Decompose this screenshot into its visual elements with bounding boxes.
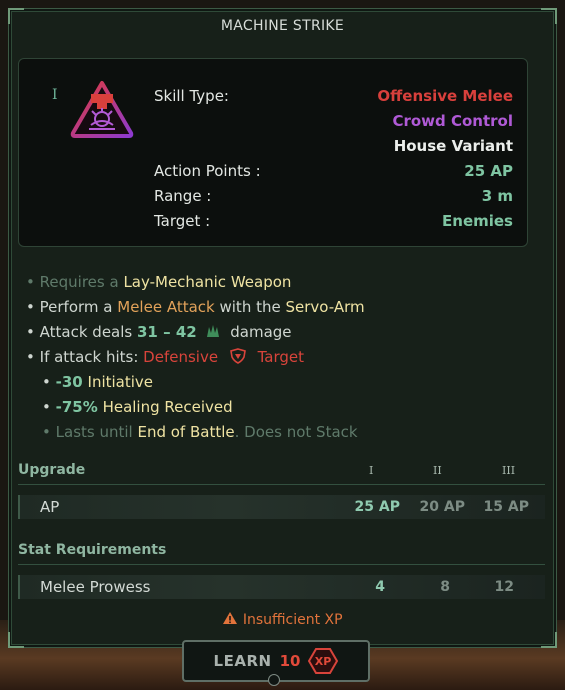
section-divider — [18, 484, 545, 485]
skill-type-label: Skill Type: — [154, 87, 229, 105]
tier-label-1: I — [369, 464, 374, 477]
description-line: • -30 Initiative — [42, 373, 153, 391]
range-label: Range : — [154, 187, 212, 205]
skill-variant-row: House Variant — [154, 137, 513, 159]
description-line: • Attack deals 31 – 42 damage — [26, 323, 292, 341]
target-keyword: Target — [257, 348, 305, 366]
shield-icon — [229, 348, 246, 364]
action-points-value: 25 AP — [464, 162, 513, 180]
bullet: • — [42, 373, 51, 391]
description-line: • -75% Healing Received — [42, 398, 233, 416]
tier-label-3: III — [502, 464, 516, 477]
target-label: Target : — [154, 212, 211, 230]
skill-category-row: Crowd Control — [154, 112, 513, 134]
bullet: • — [26, 273, 35, 291]
skill-title: MACHINE STRIKE — [220, 18, 345, 34]
upgrade-ap-tier-2: 20 AP — [419, 499, 465, 515]
learn-label: LEARN — [213, 652, 272, 670]
melee-hand-icon — [70, 81, 134, 138]
bullet: • — [42, 398, 51, 416]
melee-prowess-tier-2: 8 — [440, 579, 450, 595]
range-value: 3 m — [481, 187, 513, 205]
action-points-row: Action Points : 25 AP — [154, 162, 513, 184]
target-row: Target : Enemies — [154, 212, 513, 234]
stack-note: . Does not Stack — [234, 423, 358, 441]
upgrade-ap-label: AP — [40, 498, 60, 516]
bullet: • — [26, 348, 35, 366]
melee-prowess-label: Melee Prowess — [40, 578, 151, 596]
requires-text: Requires a — [39, 273, 119, 291]
healing-text: Healing Received — [102, 398, 233, 416]
description-line: • If attack hits: Defensive Target — [26, 348, 304, 366]
melee-attack-keyword: Melee Attack — [117, 298, 215, 316]
with-text: with the — [219, 298, 281, 316]
lasts-until-text: Lasts until — [55, 423, 133, 441]
skill-variant-value: House Variant — [393, 137, 513, 155]
upgrade-heading: Upgrade — [18, 462, 86, 478]
melee-prowess-tier-3: 12 — [494, 579, 514, 595]
description-line: • Lasts until End of Battle. Does not St… — [42, 423, 358, 441]
attack-deals-text: Attack deals — [39, 323, 133, 341]
healing-modifier: -75% — [55, 398, 98, 416]
melee-prowess-tier-1: 4 — [375, 579, 385, 595]
skill-category-value: Crowd Control — [392, 112, 513, 130]
upgrade-ap-row: AP 25 AP 20 AP 15 AP — [18, 495, 545, 519]
end-of-battle-keyword: End of Battle — [137, 423, 235, 441]
panel-corner — [541, 632, 557, 648]
xp-icon: XP — [308, 648, 339, 674]
panel-anchor-dot — [268, 674, 280, 686]
bullet: • — [42, 423, 51, 441]
initiative-modifier: -30 — [55, 373, 83, 391]
perform-text: Perform a — [39, 298, 113, 316]
warning-icon — [223, 612, 238, 624]
section-divider — [18, 564, 545, 565]
skill-type-value: Offensive Melee — [377, 87, 513, 105]
damage-range: 31 – 42 — [137, 323, 197, 341]
learn-cost: 10 — [279, 652, 301, 670]
panel-corner — [8, 632, 24, 648]
upgrade-ap-tier-1: 25 AP — [354, 499, 400, 515]
description-line: • Requires a Lay-Mechanic Weapon — [26, 273, 291, 291]
melee-prowess-row: Melee Prowess 4 8 12 — [18, 575, 545, 599]
stat-requirements-heading: Stat Requirements — [18, 542, 167, 558]
warning-text: Insufficient XP — [242, 612, 343, 628]
range-row: Range : 3 m — [154, 187, 513, 209]
initiative-text: Initiative — [87, 373, 154, 391]
tier-badge: I — [52, 87, 58, 103]
xp-warning: Insufficient XP — [0, 611, 565, 628]
damage-text: damage — [230, 323, 292, 341]
weapon-requirement: Lay-Mechanic Weapon — [123, 273, 292, 291]
bullet: • — [26, 298, 35, 316]
defensive-keyword: Defensive — [143, 348, 219, 366]
damage-claw-icon — [207, 325, 220, 337]
servo-arm-keyword: Servo-Arm — [285, 298, 365, 316]
action-points-label: Action Points : — [154, 162, 261, 180]
skill-type-row: Skill Type: Offensive Melee — [154, 87, 513, 109]
upgrade-ap-tier-3: 15 AP — [483, 499, 529, 515]
xp-icon-text: XP — [315, 655, 332, 668]
tier-label-2: II — [433, 464, 442, 477]
if-hits-text: If attack hits: — [39, 348, 139, 366]
bullet: • — [26, 323, 35, 341]
description-line: • Perform a Melee Attack with the Servo-… — [26, 298, 365, 316]
skill-header-box: I Skill Type: Offensive Melee Crowd Cont… — [18, 58, 528, 247]
target-value: Enemies — [442, 212, 513, 230]
